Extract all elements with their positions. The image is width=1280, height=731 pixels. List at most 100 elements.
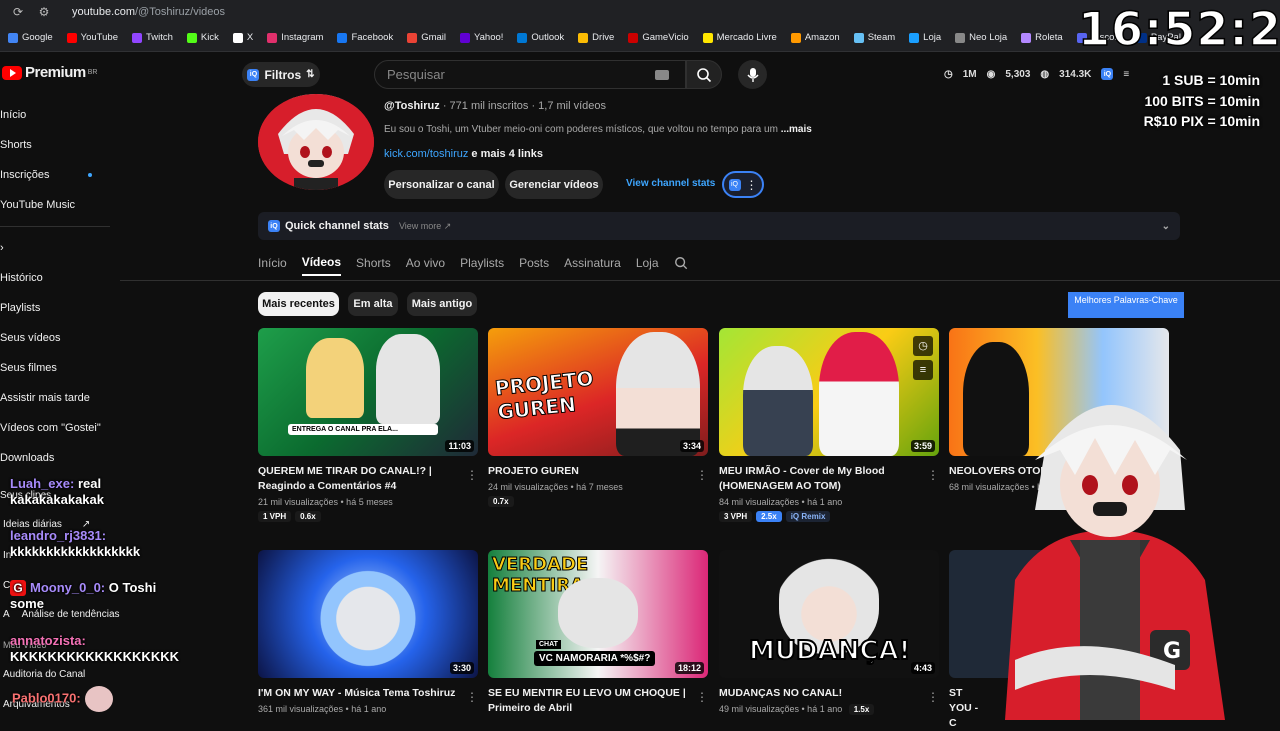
more-vert-icon[interactable]: ⋮ xyxy=(927,468,939,482)
chip-em-alta[interactable]: Em alta xyxy=(348,292,398,316)
video-title[interactable]: I'M ON MY WAY - Música Tema Toshiruz xyxy=(258,686,458,701)
ratio-badge: 0.7x xyxy=(488,496,514,507)
reload-icon[interactable]: ⟳ xyxy=(10,4,26,20)
sidebar-item-inscricoes[interactable]: Inscrições xyxy=(0,160,118,190)
video-title[interactable]: MUDANÇAS NO CANAL! xyxy=(719,686,919,701)
vph-badge: 1 VPH xyxy=(258,511,292,522)
bookmark-kick[interactable]: Kick xyxy=(186,32,219,43)
bookmark-loja[interactable]: Loja xyxy=(909,32,941,43)
video-card[interactable]: ◷ ≡ 3:59 MEU IRMÃO - Cover de My Blood (… xyxy=(719,328,939,522)
quick-channel-stats-bar[interactable]: iQ Quick channel stats View more ↗ ⌄ xyxy=(258,212,1180,240)
menu-icon[interactable]: ≡ xyxy=(1123,69,1129,80)
channel-description[interactable]: Eu sou o Toshi, um Vtuber meio-oni com p… xyxy=(384,124,824,135)
bookmark-google[interactable]: Google xyxy=(8,32,53,43)
video-thumbnail[interactable]: MUDANÇA! 4:43 xyxy=(719,550,939,678)
bookmark-mercado-livre[interactable]: Mercado Livre xyxy=(702,32,777,43)
video-title[interactable]: PROJETO GUREN xyxy=(488,464,688,479)
bookmark-amazon[interactable]: Amazon xyxy=(790,32,840,43)
video-thumbnail[interactable]: VERDADE MENTIRA CHAT VC NAMORARIA *%$#? … xyxy=(488,550,708,678)
bookmark-twitch[interactable]: Twitch xyxy=(131,32,173,43)
bookmark-yahoo-[interactable]: Yahoo! xyxy=(460,32,503,43)
sidebar-item-inicio[interactable]: Início xyxy=(0,100,118,130)
bookmark-steam[interactable]: Steam xyxy=(853,32,895,43)
add-to-queue-icon[interactable]: ≡ xyxy=(913,360,933,380)
view-channel-stats-link[interactable]: View channel stats xyxy=(626,178,715,189)
video-thumbnail[interactable]: 3:30 xyxy=(258,550,478,678)
bookmark-x[interactable]: X xyxy=(232,32,253,43)
watch-later-icon[interactable]: ◷ xyxy=(913,336,933,356)
view-more-link[interactable]: View more ↗ xyxy=(399,221,451,232)
video-card[interactable]: 3:30 I'M ON MY WAY - Música Tema Toshiru… xyxy=(258,550,478,714)
iq-icon[interactable]: iQ xyxy=(1101,68,1114,80)
sidebar-item-seus-videos[interactable]: Seus vídeos xyxy=(0,323,118,353)
sidebar-item-historico[interactable]: Histórico xyxy=(0,263,118,293)
customize-channel-button[interactable]: Personalizar o canal xyxy=(384,170,499,199)
video-card[interactable]: ENTREGA O CANAL PRA ELA... 11:03 QUEREM … xyxy=(258,328,478,522)
sidebar-item-downloads[interactable]: Downloads xyxy=(0,443,118,473)
chip-mais-recentes[interactable]: Mais recentes xyxy=(258,292,339,316)
sidebar-item-gostei[interactable]: Vídeos com "Gostei" xyxy=(0,413,118,443)
iq-channel-button[interactable]: iQ ⋮ xyxy=(722,171,764,198)
sidebar-item-youtube-music[interactable]: YouTube Music xyxy=(0,190,118,220)
video-title[interactable]: QUEREM ME TIRAR DO CANAL!? | Reagindo a … xyxy=(258,464,458,494)
youtube-logo[interactable]: Premium BR xyxy=(2,64,97,81)
video-card[interactable]: PROJETO GUREN 3:34 PROJETO GUREN 24 mil … xyxy=(488,328,708,507)
video-thumbnail[interactable]: ◷ ≡ 3:59 xyxy=(719,328,939,456)
tab-videos[interactable]: Vídeos xyxy=(301,250,342,276)
sidebar: Início Shorts Inscrições YouTube Music ›… xyxy=(0,100,118,473)
channel-search-button[interactable] xyxy=(674,250,688,276)
bookmark-facebook[interactable]: Facebook xyxy=(337,32,393,43)
microphone-icon xyxy=(746,67,759,82)
video-title[interactable]: MEU IRMÃO - Cover de My Blood (HOMENAGEM… xyxy=(719,464,919,494)
tab-loja[interactable]: Loja xyxy=(636,250,659,276)
search-box[interactable] xyxy=(374,60,686,89)
more-vert-icon[interactable]: ⋮ xyxy=(466,690,478,704)
bookmark-gamevicio[interactable]: GameVicio xyxy=(628,32,689,43)
bookmark-drive[interactable]: Drive xyxy=(578,32,614,43)
channel-links[interactable]: kick.com/toshiruz e mais 4 links xyxy=(384,148,543,160)
sidebar-item-assistir-mais-tarde[interactable]: Assistir mais tarde xyxy=(0,383,118,413)
bookmark-youtube[interactable]: YouTube xyxy=(66,32,118,43)
keyboard-icon[interactable] xyxy=(655,69,669,80)
site-settings-icon[interactable]: ⚙ xyxy=(36,4,52,20)
filters-button[interactable]: iQ Filtros ⇅ xyxy=(242,62,320,87)
more-vert-icon[interactable]: ⋮ xyxy=(696,690,708,704)
search-button[interactable] xyxy=(686,60,722,89)
search-input[interactable] xyxy=(387,67,647,82)
best-keywords-button[interactable]: Melhores Palavras-Chave xyxy=(1068,292,1184,318)
tab-ao-vivo[interactable]: Ao vivo xyxy=(406,250,445,276)
more-vert-icon[interactable]: ⋮ xyxy=(927,690,939,704)
thumb-title-text: PROJETO GUREN xyxy=(493,366,595,425)
bookmark-favicon-icon xyxy=(460,32,471,43)
more-vert-icon[interactable]: ⋮ xyxy=(696,468,708,482)
video-duration: 18:12 xyxy=(674,662,704,674)
tab-shorts[interactable]: Shorts xyxy=(356,250,391,276)
chevron-down-icon[interactable]: ⌄ xyxy=(1162,221,1170,232)
video-card[interactable]: VERDADE MENTIRA CHAT VC NAMORARIA *%$#? … xyxy=(488,550,708,716)
eye-icon: ◉ xyxy=(986,68,996,80)
tab-playlists[interactable]: Playlists xyxy=(460,250,504,276)
video-card[interactable]: MUDANÇA! 4:43 MUDANÇAS NO CANAL! 49 mil … xyxy=(719,550,939,715)
voice-search-button[interactable] xyxy=(738,60,767,89)
video-thumbnail[interactable]: ENTREGA O CANAL PRA ELA... 11:03 xyxy=(258,328,478,456)
tab-posts[interactable]: Posts xyxy=(519,250,549,276)
sidebar-item-shorts[interactable]: Shorts xyxy=(0,130,118,160)
channel-avatar[interactable] xyxy=(258,94,374,190)
bookmark-outlook[interactable]: Outlook xyxy=(517,32,564,43)
bookmark-gmail[interactable]: Gmail xyxy=(407,32,446,43)
sidebar-you-expander[interactable]: › xyxy=(0,233,118,263)
more-vert-icon[interactable]: ⋮ xyxy=(466,468,478,482)
tab-inicio[interactable]: Início xyxy=(258,250,287,276)
chip-mais-antigo[interactable]: Mais antigo xyxy=(407,292,477,316)
url-text[interactable]: youtube.com/@Toshiruz/videos xyxy=(72,6,225,18)
sidebar-item-playlists[interactable]: Playlists xyxy=(0,293,118,323)
manage-videos-button[interactable]: Gerenciar vídeos xyxy=(505,170,603,199)
video-thumbnail[interactable]: PROJETO GUREN 3:34 xyxy=(488,328,708,456)
tab-assinatura[interactable]: Assinatura xyxy=(564,250,621,276)
bookmark-roleta[interactable]: Roleta xyxy=(1021,32,1063,43)
bookmark-instagram[interactable]: Instagram xyxy=(267,32,323,43)
video-title[interactable]: SE EU MENTIR EU LEVO UM CHOQUE | Primeir… xyxy=(488,686,688,716)
sidebar-item-auditoria[interactable]: Auditoria do Canal xyxy=(3,669,85,680)
sidebar-item-seus-filmes[interactable]: Seus filmes xyxy=(0,353,118,383)
bookmark-neo-loja[interactable]: Neo Loja xyxy=(955,32,1007,43)
